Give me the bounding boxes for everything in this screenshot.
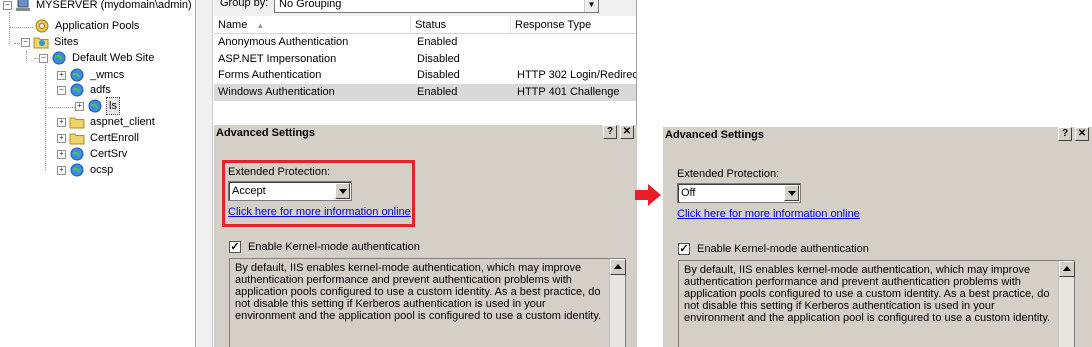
table-row[interactable]: ASP.NET Impersonation Disabled <box>214 51 636 68</box>
tree-node-wmcs[interactable]: + _wmcs <box>57 67 126 83</box>
scroll-up-icon[interactable] <box>610 259 626 275</box>
dialog-title: Advanced Settings <box>663 127 1092 143</box>
ls-label: ls <box>106 97 120 115</box>
tree-node-ocsp[interactable]: + ocsp <box>57 162 115 178</box>
scroll-up-icon[interactable] <box>1059 261 1075 277</box>
column-response-type[interactable]: Response Type <box>511 16 636 34</box>
globe-icon <box>51 51 67 65</box>
table-row[interactable]: Anonymous Authentication Enabled <box>214 34 636 51</box>
help-button[interactable]: ? <box>1058 127 1072 141</box>
group-by-value: No Grouping <box>279 0 342 10</box>
tree-node-certenroll[interactable]: + CertEnroll <box>57 130 141 146</box>
close-button[interactable]: ✕ <box>1075 127 1089 141</box>
collapse-icon[interactable]: − <box>39 53 48 63</box>
tree-node-default-site[interactable]: − Default Web Site <box>39 50 156 66</box>
collapse-icon[interactable]: − <box>57 85 66 95</box>
expand-icon[interactable]: + <box>57 149 66 159</box>
tree-node-adfs[interactable]: − adfs <box>57 82 113 98</box>
sites-label: Sites <box>54 36 79 48</box>
expand-icon[interactable]: + <box>75 101 84 111</box>
group-by-bar: Group by: No Grouping ▼ <box>214 0 636 16</box>
description-scrollbar[interactable] <box>1058 261 1075 347</box>
collapse-icon[interactable]: − <box>3 0 12 10</box>
advanced-settings-dialog-before: Advanced Settings ? ✕ Extended Protectio… <box>214 125 637 347</box>
chevron-down-icon[interactable] <box>784 185 799 201</box>
table-row-selected[interactable]: Windows Authentication Enabled HTTP 401 … <box>214 84 636 101</box>
tree-node-ls[interactable]: + ls <box>75 97 120 115</box>
extended-protection-dropdown[interactable]: Off <box>677 183 801 203</box>
web-app-icon <box>69 68 85 82</box>
expand-icon[interactable]: + <box>57 117 66 127</box>
sites-folder-icon <box>33 35 49 49</box>
folder-icon <box>69 131 85 145</box>
application-pools-icon <box>34 19 50 33</box>
aspnet-client-label: aspnet_client <box>90 116 155 128</box>
tree-node-app-pools[interactable]: Application Pools <box>34 18 141 34</box>
tree-node-certsrv[interactable]: + CertSrv <box>57 146 129 162</box>
web-app-icon <box>69 163 85 177</box>
kernel-mode-checkbox[interactable]: ✓ <box>678 243 690 255</box>
description-text: By default, IIS enables kernel-mode auth… <box>684 264 1051 324</box>
description-text: By default, IIS enables kernel-mode auth… <box>235 262 602 322</box>
group-by-dropdown[interactable]: No Grouping ▼ <box>274 0 599 13</box>
description-scrollbar[interactable] <box>609 259 626 347</box>
server-icon <box>15 0 31 12</box>
help-button[interactable]: ? <box>603 125 617 139</box>
tree-node-aspnet-client[interactable]: + aspnet_client <box>57 114 157 130</box>
tree-node-server[interactable]: − MYSERVER (mydomain\admin) <box>3 0 194 13</box>
close-button[interactable]: ✕ <box>620 125 634 139</box>
highlight-box <box>222 160 415 227</box>
pane-splitter[interactable] <box>197 0 213 347</box>
collapse-icon[interactable]: − <box>21 37 30 47</box>
web-app-icon <box>69 147 85 161</box>
connections-tree: − MYSERVER (mydomain\admin) Application … <box>0 0 196 347</box>
default-site-label: Default Web Site <box>72 52 155 64</box>
description-box: By default, IIS enables kernel-mode auth… <box>229 258 626 347</box>
extended-protection-value: Off <box>681 187 696 199</box>
sort-ascending-icon: ▲ <box>256 21 265 30</box>
expand-icon[interactable]: + <box>57 133 66 143</box>
table-row[interactable]: Forms Authentication Disabled HTTP 302 L… <box>214 67 636 84</box>
adfs-label: adfs <box>90 84 111 96</box>
certsrv-label: CertSrv <box>90 148 128 160</box>
column-header: Name ▲ Status Response Type <box>214 16 636 34</box>
advanced-settings-dialog-after: Advanced Settings ? ✕ Extended Protectio… <box>663 127 1092 347</box>
expand-icon[interactable]: + <box>57 70 66 80</box>
certenroll-label: CertEnroll <box>90 132 139 144</box>
extended-protection-label: Extended Protection: <box>677 168 780 180</box>
kernel-mode-checkbox[interactable]: ✓ <box>229 241 241 253</box>
more-info-link[interactable]: Click here for more information online <box>677 208 860 220</box>
description-box: By default, IIS enables kernel-mode auth… <box>678 260 1075 347</box>
column-name[interactable]: Name ▲ <box>214 16 411 34</box>
web-app-icon <box>69 83 85 97</box>
tree-node-sites[interactable]: − Sites <box>21 34 80 50</box>
ocsp-label: ocsp <box>90 164 114 176</box>
kernel-mode-label: Enable Kernel-mode authentication <box>248 241 420 253</box>
server-label: MYSERVER (mydomain\admin) <box>36 0 192 11</box>
web-app-icon <box>87 99 103 113</box>
app-pools-label: Application Pools <box>55 20 140 32</box>
folder-icon <box>69 115 85 129</box>
kernel-mode-label: Enable Kernel-mode authentication <box>697 243 869 255</box>
expand-icon[interactable]: + <box>57 165 66 175</box>
chevron-down-icon[interactable]: ▼ <box>584 0 598 12</box>
arrow-right-icon <box>634 183 662 210</box>
wmcs-label: _wmcs <box>90 69 125 81</box>
group-by-label: Group by: <box>220 0 269 9</box>
column-status[interactable]: Status <box>411 16 511 34</box>
dialog-title: Advanced Settings <box>214 125 637 141</box>
